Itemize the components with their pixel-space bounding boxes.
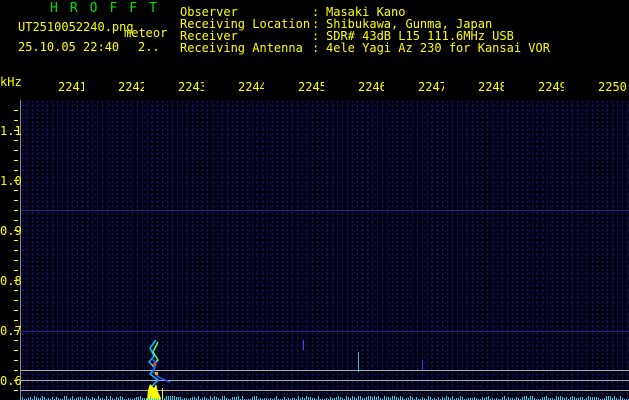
amplitude-bar <box>306 396 307 400</box>
amplitude-bar <box>524 396 525 400</box>
amplitude-bar <box>72 396 73 400</box>
amplitude-bar <box>254 396 255 400</box>
amplitude-bar <box>338 396 339 400</box>
meteor-amplitude <box>147 384 161 400</box>
amplitude-bar <box>374 396 375 400</box>
amplitude-bar <box>318 396 319 400</box>
amplitude-bar <box>384 396 385 400</box>
amplitude-bar <box>378 396 379 400</box>
amplitude-bar <box>222 396 223 400</box>
amplitude-bar <box>168 396 169 400</box>
amplitude-bar <box>166 396 167 400</box>
amplitude-bar <box>504 396 505 400</box>
amplitude-bar <box>400 396 401 400</box>
amplitude-bar <box>556 396 557 400</box>
amplitude-bar <box>614 396 615 400</box>
amplitude-bar <box>410 396 411 400</box>
amplitude-bar <box>358 396 359 400</box>
amplitude-bar <box>98 396 99 400</box>
amplitude-bar <box>572 396 573 400</box>
amplitude-bar <box>588 396 589 400</box>
amplitude-bar <box>150 396 151 400</box>
amplitude-bar <box>298 396 299 400</box>
amplitude-bar <box>394 396 395 400</box>
amplitude-bar <box>224 396 225 400</box>
amplitude-bar <box>610 396 611 400</box>
amplitude-bar <box>460 396 461 400</box>
amplitude-bar <box>608 396 609 400</box>
amplitude-bar <box>256 396 257 400</box>
amplitude-bar <box>198 396 199 400</box>
amplitude-bar <box>242 396 243 400</box>
amplitude-bar <box>86 396 87 400</box>
amplitude-bar <box>368 396 369 400</box>
amplitude-bar <box>620 396 621 400</box>
amplitude-bar <box>238 396 239 400</box>
amplitude-bar <box>174 396 175 400</box>
amplitude-bar <box>170 396 171 400</box>
amplitude-bar <box>532 396 533 400</box>
amplitude-bar <box>392 396 393 400</box>
amplitude-bar <box>352 396 353 400</box>
amplitude-bar <box>560 396 561 400</box>
amplitude-bar <box>370 396 371 400</box>
amplitude-bar <box>428 396 429 400</box>
amplitude-bar <box>110 396 111 400</box>
amplitude-bar <box>276 396 277 400</box>
amplitude-bar <box>34 396 35 400</box>
amplitude-bar <box>346 396 347 400</box>
amplitude-bar <box>546 396 547 400</box>
amplitude-bar <box>66 396 67 400</box>
amplitude-bar <box>446 396 447 400</box>
amplitude-bar <box>120 396 121 400</box>
amplitude-bar <box>214 396 215 400</box>
amplitude-bar <box>64 396 65 400</box>
amplitude-bar <box>452 396 453 400</box>
meteor-echo <box>20 339 629 400</box>
amplitude-bar <box>172 396 173 400</box>
amplitude-bar <box>42 396 43 400</box>
amplitude-bar <box>526 396 527 400</box>
amplitude-bar <box>210 396 211 400</box>
amplitude-bar <box>606 396 607 400</box>
amplitude-bar <box>140 396 141 400</box>
amplitude-bar <box>488 396 489 400</box>
amplitude-bar <box>530 396 531 400</box>
amplitude-bar <box>360 396 361 400</box>
amplitude-bar <box>106 396 107 400</box>
